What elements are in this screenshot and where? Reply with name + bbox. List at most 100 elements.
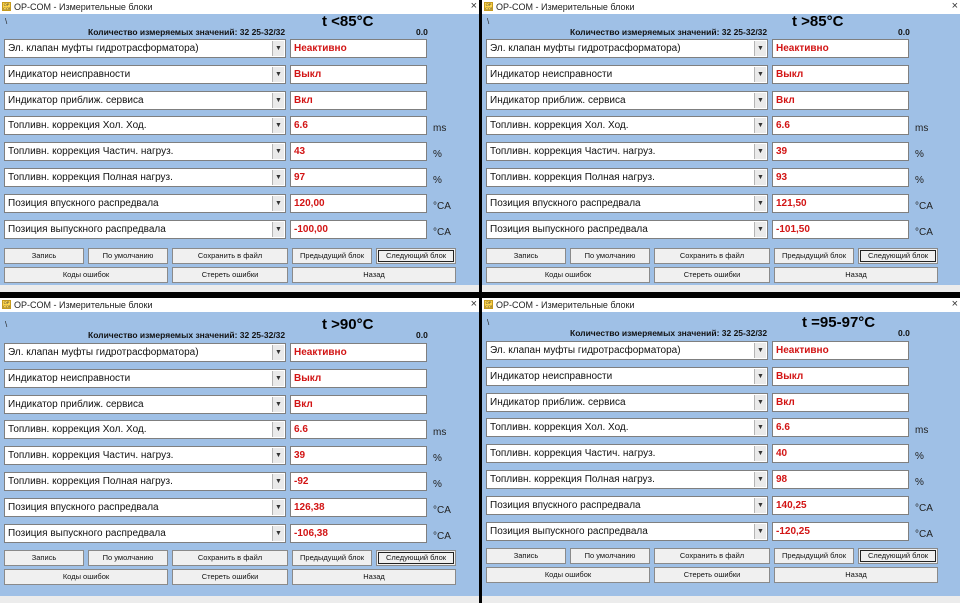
parameter-select[interactable]: Топливн. коррекция Хол. Ход. ▼ [486, 418, 768, 438]
parameter-select[interactable]: Позиция выпускного распредвала ▼ [486, 219, 768, 239]
parameter-select[interactable]: Индикатор приближ. сервиса ▼ [486, 90, 768, 110]
chevron-down-icon[interactable]: ▼ [272, 66, 284, 82]
parameter-select[interactable]: Топливн. коррекция Полная нагруз. ▼ [486, 168, 768, 187]
clear-errors-button[interactable]: Стереть ошибки [654, 567, 770, 583]
parameter-select[interactable]: Индикатор неисправности ▼ [486, 64, 768, 84]
chevron-down-icon[interactable]: ▼ [272, 474, 284, 489]
prev-block-button[interactable]: Предыдущий блок [292, 550, 372, 566]
save-to-file-button[interactable]: Сохранить в файл [172, 550, 288, 566]
parameter-select[interactable]: Топливн. коррекция Частич. нагруз. ▼ [486, 142, 768, 162]
parameter-select[interactable]: Позиция выпускного распредвала ▼ [4, 219, 286, 239]
back-button[interactable]: Назад [774, 567, 938, 583]
parameter-select[interactable]: Позиция впускного распредвала ▼ [486, 193, 768, 213]
chevron-down-icon[interactable]: ▼ [754, 66, 766, 82]
parameter-select[interactable]: Топливн. коррекция Частич. нагруз. ▼ [486, 444, 768, 464]
parameter-select[interactable]: Эл. клапан муфты гидротрасформатора) ▼ [4, 39, 286, 58]
chevron-down-icon[interactable]: ▼ [754, 221, 766, 237]
chevron-down-icon[interactable]: ▼ [754, 523, 766, 539]
chevron-down-icon[interactable]: ▼ [754, 170, 766, 185]
parameter-select[interactable]: Позиция выпускного распредвала ▼ [4, 523, 286, 543]
chevron-down-icon[interactable]: ▼ [272, 118, 284, 134]
record-button[interactable]: Запись [486, 248, 566, 264]
chevron-down-icon[interactable]: ▼ [272, 345, 284, 360]
chevron-down-icon[interactable]: ▼ [272, 370, 284, 386]
chevron-down-icon[interactable]: ▼ [272, 448, 284, 464]
chevron-down-icon[interactable]: ▼ [754, 92, 766, 108]
chevron-down-icon[interactable]: ▼ [272, 221, 284, 237]
back-button[interactable]: Назад [292, 267, 456, 283]
chevron-down-icon[interactable]: ▼ [754, 118, 766, 134]
chevron-down-icon[interactable]: ▼ [754, 497, 766, 513]
clear-errors-button[interactable]: Стереть ошибки [172, 267, 288, 283]
chevron-down-icon[interactable]: ▼ [272, 195, 284, 211]
prev-block-button[interactable]: Предыдущий блок [292, 248, 372, 264]
record-button[interactable]: Запись [4, 248, 84, 264]
chevron-down-icon[interactable]: ▼ [754, 195, 766, 211]
default-button[interactable]: По умолчанию [570, 248, 650, 264]
parameter-select[interactable]: Позиция впускного распредвала ▼ [486, 495, 768, 515]
parameter-select[interactable]: Эл. клапан муфты гидротрасформатора) ▼ [486, 341, 768, 360]
save-to-file-button[interactable]: Сохранить в файл [654, 248, 770, 264]
parameter-select[interactable]: Индикатор приближ. сервиса ▼ [4, 394, 286, 414]
next-block-button[interactable]: Следующий блок [858, 248, 938, 264]
chevron-down-icon[interactable]: ▼ [754, 394, 766, 410]
default-button[interactable]: По умолчанию [88, 550, 168, 566]
prev-block-button[interactable]: Предыдущий блок [774, 248, 854, 264]
close-button[interactable]: × [471, 298, 477, 311]
error-codes-button[interactable]: Коды ошибок [486, 567, 650, 583]
chevron-down-icon[interactable]: ▼ [272, 92, 284, 108]
parameter-select[interactable]: Позиция впускного распредвала ▼ [4, 497, 286, 517]
parameter-select[interactable]: Индикатор неисправности ▼ [4, 64, 286, 84]
save-to-file-button[interactable]: Сохранить в файл [654, 548, 770, 564]
back-button[interactable]: Назад [292, 569, 456, 585]
save-to-file-button[interactable]: Сохранить в файл [172, 248, 288, 264]
chevron-down-icon[interactable]: ▼ [754, 144, 766, 160]
chevron-down-icon[interactable]: ▼ [754, 420, 766, 436]
parameter-select[interactable]: Индикатор приближ. сервиса ▼ [4, 90, 286, 110]
error-codes-button[interactable]: Коды ошибок [486, 267, 650, 283]
chevron-down-icon[interactable]: ▼ [754, 446, 766, 462]
back-button[interactable]: Назад [774, 267, 938, 283]
chevron-down-icon[interactable]: ▼ [754, 368, 766, 384]
parameter-select[interactable]: Топливн. коррекция Частич. нагруз. ▼ [4, 142, 286, 162]
close-button[interactable]: × [952, 298, 958, 311]
parameter-select[interactable]: Топливн. коррекция Частич. нагруз. ▼ [4, 446, 286, 466]
chevron-down-icon[interactable]: ▼ [272, 525, 284, 541]
parameter-select[interactable]: Топливн. коррекция Хол. Ход. ▼ [4, 116, 286, 136]
parameter-select[interactable]: Позиция выпускного распредвала ▼ [486, 521, 768, 541]
parameter-select[interactable]: Топливн. коррекция Хол. Ход. ▼ [486, 116, 768, 136]
error-codes-button[interactable]: Коды ошибок [4, 267, 168, 283]
record-button[interactable]: Запись [4, 550, 84, 566]
parameter-select[interactable]: Позиция впускного распредвала ▼ [4, 193, 286, 213]
parameter-select[interactable]: Топливн. коррекция Полная нагруз. ▼ [4, 168, 286, 187]
clear-errors-button[interactable]: Стереть ошибки [172, 569, 288, 585]
chevron-down-icon[interactable]: ▼ [272, 396, 284, 412]
chevron-down-icon[interactable]: ▼ [272, 499, 284, 515]
chevron-down-icon[interactable]: ▼ [272, 144, 284, 160]
chevron-down-icon[interactable]: ▼ [272, 41, 284, 56]
chevron-down-icon[interactable]: ▼ [754, 472, 766, 487]
parameter-select[interactable]: Эл. клапан муфты гидротрасформатора) ▼ [486, 39, 768, 58]
next-block-button[interactable]: Следующий блок [376, 550, 456, 566]
parameter-select[interactable]: Индикатор неисправности ▼ [486, 366, 768, 386]
parameter-select[interactable]: Эл. клапан муфты гидротрасформатора) ▼ [4, 343, 286, 362]
record-button[interactable]: Запись [486, 548, 566, 564]
close-button[interactable]: × [952, 0, 958, 13]
prev-block-button[interactable]: Предыдущий блок [774, 548, 854, 564]
next-block-button[interactable]: Следующий блок [858, 548, 938, 564]
chevron-down-icon[interactable]: ▼ [272, 170, 284, 185]
next-block-button[interactable]: Следующий блок [376, 248, 456, 264]
default-button[interactable]: По умолчанию [570, 548, 650, 564]
parameter-select[interactable]: Индикатор неисправности ▼ [4, 368, 286, 388]
error-codes-button[interactable]: Коды ошибок [4, 569, 168, 585]
clear-errors-button[interactable]: Стереть ошибки [654, 267, 770, 283]
close-button[interactable]: × [471, 0, 477, 13]
parameter-select[interactable]: Топливн. коррекция Полная нагруз. ▼ [4, 472, 286, 491]
parameter-select[interactable]: Индикатор приближ. сервиса ▼ [486, 392, 768, 412]
chevron-down-icon[interactable]: ▼ [754, 41, 766, 56]
parameter-select[interactable]: Топливн. коррекция Хол. Ход. ▼ [4, 420, 286, 440]
chevron-down-icon[interactable]: ▼ [272, 422, 284, 438]
parameter-select[interactable]: Топливн. коррекция Полная нагруз. ▼ [486, 470, 768, 489]
chevron-down-icon[interactable]: ▼ [754, 343, 766, 358]
default-button[interactable]: По умолчанию [88, 248, 168, 264]
